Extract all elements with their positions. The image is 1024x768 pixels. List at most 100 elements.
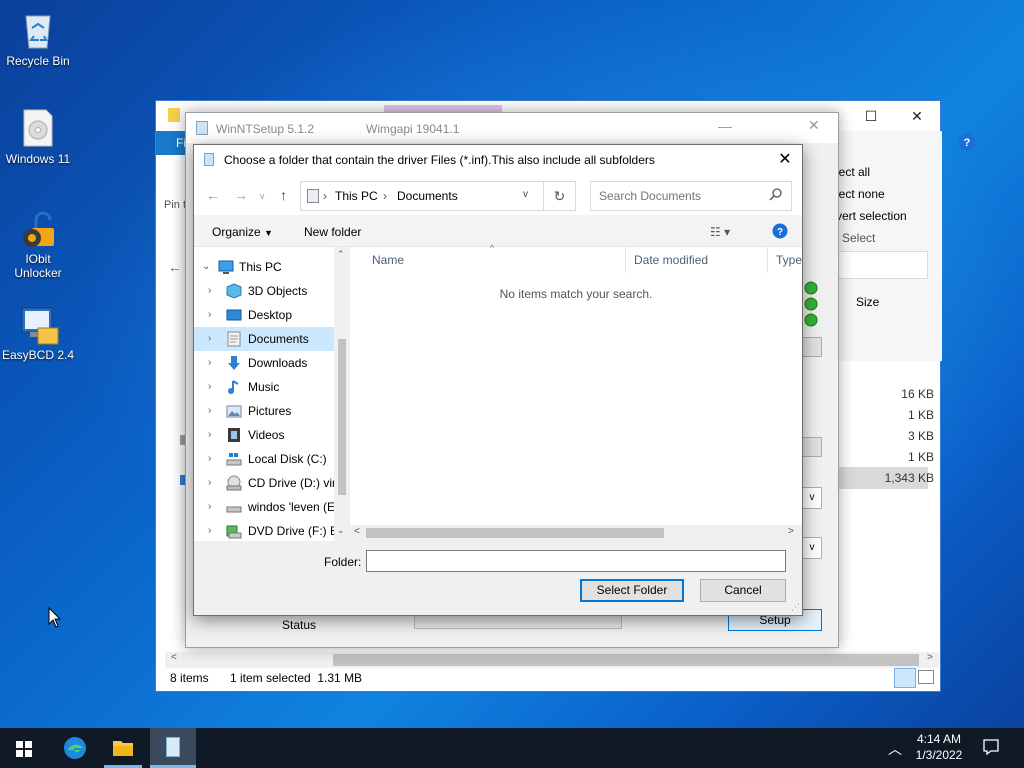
scroll-thumb[interactable]: [333, 654, 919, 666]
tree-item-cd-drive[interactable]: › CD Drive (D:) virt: [194, 471, 334, 495]
dropdown-arrow-icon[interactable]: v: [802, 487, 822, 509]
chevron-right-icon[interactable]: ›: [208, 279, 211, 303]
tree-item-downloads[interactable]: › Downloads: [194, 351, 334, 375]
size-column-header[interactable]: Size: [856, 295, 879, 309]
taskbar-file-explorer[interactable]: [100, 728, 146, 768]
dialog-titlebar[interactable]: Choose a folder that contain the driver …: [194, 145, 802, 175]
search-documents-input[interactable]: Search Documents: [590, 181, 792, 211]
back-arrow-icon[interactable]: ←: [168, 259, 182, 275]
chevron-up-icon[interactable]: ︿: [888, 739, 902, 759]
tree-item-videos[interactable]: › Videos: [194, 423, 334, 447]
tree-item-dvd-drive[interactable]: › DVD Drive (F:) ES: [194, 519, 334, 541]
select-none-button[interactable]: lect none: [836, 187, 885, 201]
svg-text:?: ?: [964, 137, 971, 149]
chevron-right-icon[interactable]: ›: [208, 351, 211, 375]
address-bar[interactable]: › This PC › Documents v: [300, 181, 544, 211]
status-led-icon: [804, 313, 818, 330]
help-icon[interactable]: ?: [958, 133, 976, 154]
scroll-right-icon[interactable]: >: [788, 526, 794, 537]
scroll-left-icon[interactable]: <: [171, 652, 177, 663]
dropdown-arrow-icon[interactable]: v: [802, 537, 822, 559]
invert-selection-button[interactable]: vert selection: [836, 209, 907, 223]
list-horizontal-scrollbar[interactable]: < >: [350, 525, 802, 541]
dialog-app-icon: [204, 153, 214, 166]
organize-button[interactable]: Organize ▼: [212, 225, 273, 239]
notification-icon[interactable]: [982, 738, 1000, 759]
select-folder-button[interactable]: Select Folder: [580, 579, 684, 602]
chevron-right-icon[interactable]: ›: [208, 423, 211, 447]
view-options-icon[interactable]: ☷ ▾: [710, 225, 730, 239]
tree-item-label: Pictures: [248, 404, 292, 418]
explorer-horizontal-scrollbar[interactable]: < >: [165, 652, 939, 668]
forward-icon[interactable]: →: [234, 187, 248, 203]
chevron-right-icon[interactable]: ›: [208, 375, 211, 399]
chevron-right-icon[interactable]: ›: [208, 471, 211, 495]
scroll-left-icon[interactable]: <: [354, 526, 360, 537]
ribbon-select-group: ? lect all lect none vert selection Sele…: [806, 131, 976, 361]
file-size: 1 KB: [907, 450, 934, 464]
taskbar-clock[interactable]: 4:14 AM 1/3/2022: [910, 731, 968, 763]
tree-item-documents[interactable]: › Documents: [194, 327, 334, 351]
thumbnails-view-icon[interactable]: [918, 670, 934, 684]
breadcrumb-documents[interactable]: Documents: [397, 189, 458, 203]
chevron-right-icon[interactable]: ›: [208, 519, 211, 541]
chevron-down-icon[interactable]: ⌄: [202, 255, 210, 279]
close-icon[interactable]: ✕: [774, 149, 796, 171]
taskbar-edge[interactable]: [52, 728, 98, 768]
scroll-right-icon[interactable]: >: [927, 652, 933, 663]
close-icon[interactable]: ✕: [808, 117, 820, 134]
file-list[interactable]: ^ Name Date modified Type No items match…: [350, 243, 802, 541]
desktop-icon-easybcd[interactable]: EasyBCD 2.4: [0, 304, 76, 362]
new-folder-button[interactable]: New folder: [304, 225, 361, 239]
desktop-icon-recycle-bin[interactable]: Recycle Bin: [0, 10, 76, 68]
taskbar-winntsetup[interactable]: [150, 728, 196, 768]
explorer-search-box[interactable]: [836, 251, 928, 279]
maximize-icon[interactable]: ☐: [848, 101, 894, 131]
tree-item-local-disk[interactable]: › Local Disk (C:): [194, 447, 334, 471]
side-button[interactable]: [802, 337, 822, 357]
navigation-tree[interactable]: ⌄ This PC › 3D Objects › Desktop › Docum…: [194, 247, 350, 541]
side-button[interactable]: [802, 437, 822, 457]
folder-input[interactable]: [366, 550, 786, 572]
up-icon[interactable]: ↑: [280, 187, 287, 203]
chevron-right-icon[interactable]: ›: [208, 495, 211, 519]
select-all-button[interactable]: lect all: [836, 165, 870, 179]
chevron-right-icon[interactable]: ›: [208, 399, 211, 423]
chevron-right-icon[interactable]: ›: [208, 303, 211, 327]
tree-item-3d-objects[interactable]: › 3D Objects: [194, 279, 334, 303]
column-type[interactable]: Type: [768, 247, 802, 273]
tree-item-music[interactable]: › Music: [194, 375, 334, 399]
desktop-icon-iobit-unlocker[interactable]: IObit Unlocker: [0, 208, 76, 280]
minimize-icon[interactable]: —: [718, 118, 732, 134]
search-icon[interactable]: [769, 187, 783, 204]
scroll-down-icon[interactable]: ⌄: [337, 525, 345, 536]
refresh-icon[interactable]: ↻: [544, 181, 576, 211]
start-button[interactable]: [0, 728, 46, 768]
tree-item-this-pc[interactable]: ⌄ This PC: [194, 255, 334, 279]
recent-locations-icon[interactable]: v: [260, 191, 265, 201]
details-view-icon[interactable]: [894, 668, 916, 688]
scroll-thumb[interactable]: [366, 528, 664, 538]
tree-item-pictures[interactable]: › Pictures: [194, 399, 334, 423]
tree-vertical-scrollbar[interactable]: ⌃ ⌄: [334, 247, 349, 541]
selection-info: 1 item selected 1.31 MB: [230, 671, 363, 685]
tree-item-desktop[interactable]: › Desktop: [194, 303, 334, 327]
close-icon[interactable]: ✕: [894, 101, 940, 131]
winntsetup-titlebar[interactable]: WinNTSetup 5.1.2 Wimgapi 19041.1 — ✕: [186, 113, 838, 143]
chevron-right-icon[interactable]: ›: [208, 327, 211, 351]
cancel-button[interactable]: Cancel: [700, 579, 786, 602]
column-name[interactable]: Name: [364, 247, 626, 273]
documents-icon: [226, 331, 242, 347]
choose-folder-dialog[interactable]: Choose a folder that contain the driver …: [193, 144, 803, 616]
address-dropdown-icon[interactable]: v: [523, 189, 528, 200]
chevron-right-icon[interactable]: ›: [208, 447, 211, 471]
desktop-icon-windows-11[interactable]: Windows 11: [0, 108, 76, 166]
scroll-thumb[interactable]: [338, 339, 346, 495]
column-date-modified[interactable]: Date modified: [626, 247, 768, 273]
breadcrumb-this-pc[interactable]: This PC: [335, 189, 378, 203]
back-icon[interactable]: ←: [206, 187, 220, 203]
scroll-up-icon[interactable]: ⌃: [337, 249, 345, 260]
tree-item-drive-e[interactable]: › windos 'leven (E: [194, 495, 334, 519]
resize-grip-icon[interactable]: ⋰: [791, 602, 800, 613]
help-icon[interactable]: ?: [772, 223, 788, 242]
